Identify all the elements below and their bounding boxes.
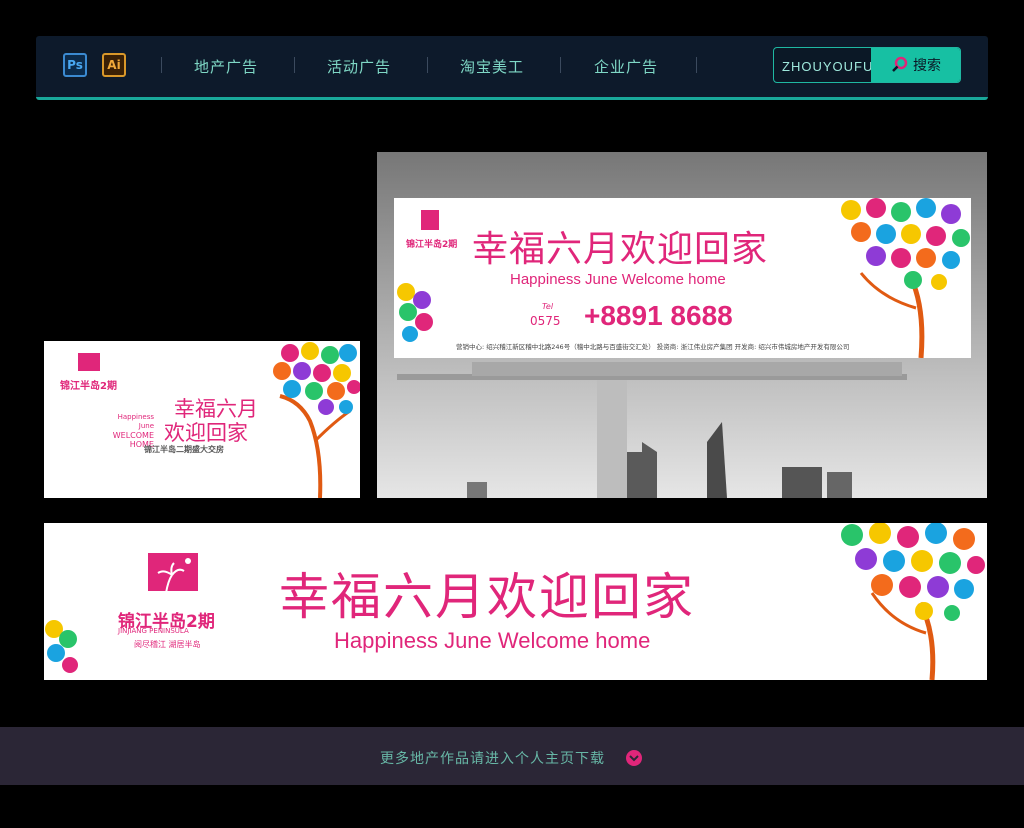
illustrator-icon[interactable]: Ai [102, 53, 126, 77]
butterfly-cluster-icon [394, 278, 434, 358]
welcome-small-1: Happiness June [117, 413, 154, 430]
brand-logo-icon [148, 553, 198, 597]
headline-line2: 欢迎回家 [164, 421, 248, 445]
billboard-preview[interactable]: 锦江半岛2期 幸福六月欢迎回家 Happiness June Welcome h… [377, 152, 987, 498]
headline: 幸福六月欢迎回家 [279, 568, 695, 626]
developer-label: 开发商: [734, 343, 757, 351]
brand-english: JINJIANG PENINSULA [118, 627, 189, 635]
illustrator-label: Ai [107, 58, 121, 72]
butterfly-tree-icon [260, 341, 360, 498]
butterfly-cluster-icon [44, 615, 80, 680]
search-button-label: 搜索 [913, 58, 941, 74]
footer-bar: 更多地产作品请进入个人主页下载 [0, 727, 1024, 785]
brand-logo-icon [421, 210, 439, 230]
sales-address: 绍兴稽江新区稽中北路246号（稽中北路与百盛街交汇处） [486, 343, 655, 351]
nav-divider [560, 57, 561, 73]
small-ad-preview[interactable]: 锦江半岛2期 幸福六月 Happiness June WELCOME HOME … [44, 341, 360, 498]
search-input[interactable] [774, 48, 880, 82]
investor-label: 投资商: [656, 343, 679, 351]
top-nav: Ps Ai 地产广告 活动广告 淘宝美工 企业广告 搜索 [36, 36, 988, 100]
headline: 幸福六月欢迎回家 [472, 229, 769, 270]
nav-divider [161, 57, 162, 73]
english-subtitle: Happiness June Welcome home [510, 271, 726, 288]
small-subtitle: 锦江半岛二期盛大交房 [144, 445, 224, 454]
brand-tagline: 阅尽稽江 湖居半岛 [134, 640, 201, 649]
search-icon [892, 56, 908, 72]
brand-logo-icon [78, 353, 100, 371]
nav-item-real-estate[interactable]: 地产广告 [194, 56, 258, 77]
investor: 浙江伟业房产集团 [680, 343, 733, 351]
welcome-small-2: WELCOME [112, 431, 154, 440]
footer-link[interactable]: 更多地产作品请进入个人主页下载 [380, 748, 605, 768]
chevron-down-icon[interactable] [626, 750, 642, 766]
sales-label: 营销中心: [456, 343, 485, 351]
nav-item-taobao[interactable]: 淘宝美工 [460, 56, 524, 77]
english-subtitle: Happiness June Welcome home [334, 628, 651, 653]
palm-tree-icon [148, 558, 198, 597]
nav-item-corporate[interactable]: 企业广告 [594, 56, 658, 77]
wide-banner-preview[interactable]: 锦江半岛2期 JINJIANG PENINSULA 阅尽稽江 湖居半岛 幸福六月… [44, 523, 987, 680]
nav-item-events[interactable]: 活动广告 [327, 56, 391, 77]
brand-name: 锦江半岛2期 [406, 240, 458, 250]
address-line: 营销中心: 绍兴稽江新区稽中北路246号（稽中北路与百盛街交汇处） 投资商: 浙… [456, 341, 849, 351]
photoshop-icon[interactable]: Ps [63, 53, 87, 77]
phone-number: +8891 8688 [584, 300, 733, 331]
search-box: 搜索 [773, 47, 961, 83]
photoshop-label: Ps [67, 58, 83, 72]
tel-label: Tel [542, 302, 554, 311]
butterfly-tree-icon [822, 523, 987, 680]
nav-divider [427, 57, 428, 73]
brand-name: 锦江半岛2期 [60, 381, 117, 392]
nav-divider [294, 57, 295, 73]
area-code: 0575 [530, 314, 561, 328]
butterfly-tree-icon [821, 198, 971, 358]
billboard-sign: 锦江半岛2期 幸福六月欢迎回家 Happiness June Welcome h… [394, 198, 971, 358]
search-button[interactable]: 搜索 [871, 48, 960, 82]
nav-divider [696, 57, 697, 73]
